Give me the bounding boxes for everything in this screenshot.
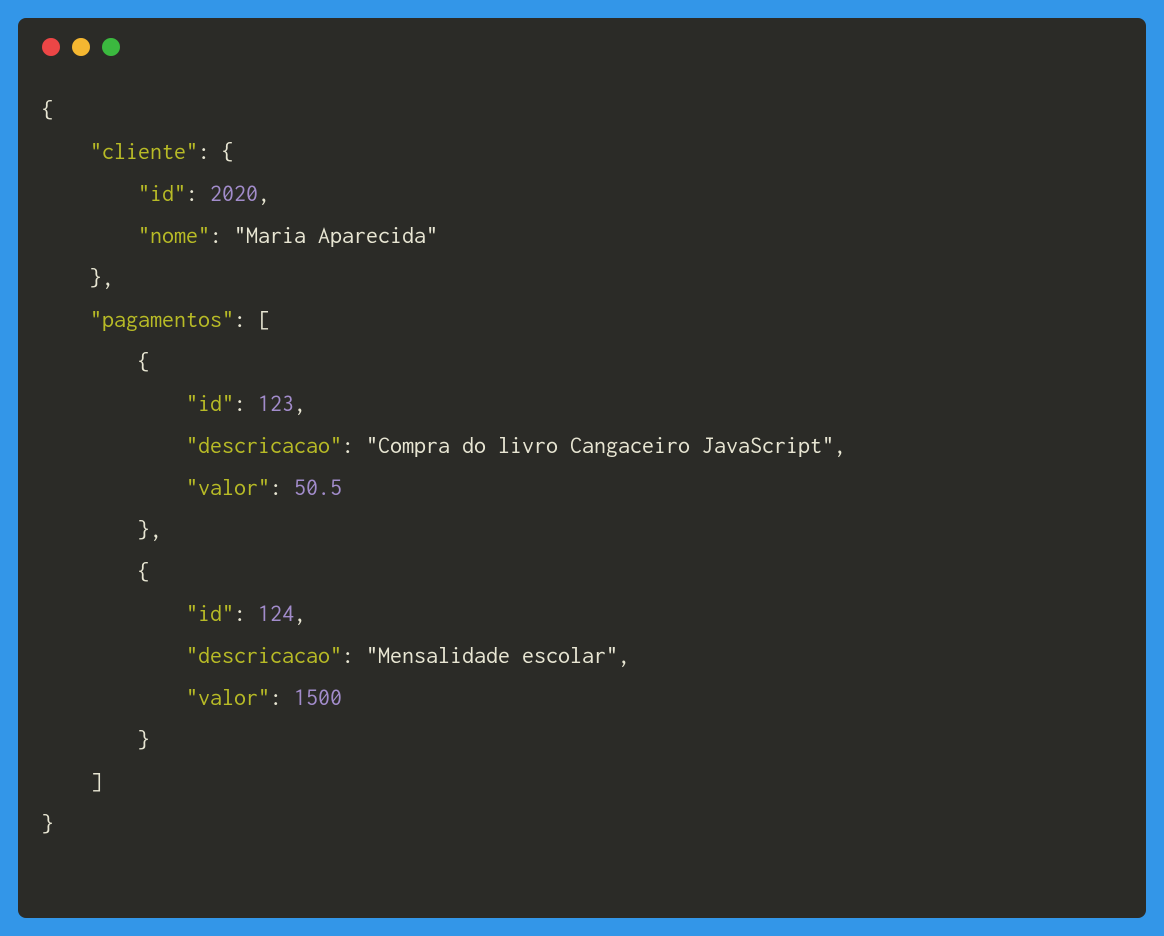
code-window: { "cliente": { "id": 2020, "nome": "Mari… bbox=[18, 18, 1146, 918]
code-line: "descricacao": "Mensalidade escolar", bbox=[42, 634, 1122, 676]
indent bbox=[42, 138, 90, 164]
punct-colon: : bbox=[342, 432, 366, 458]
json-key: "id" bbox=[186, 390, 234, 416]
punct-colon: : bbox=[270, 474, 294, 500]
json-number: 2020 bbox=[210, 180, 258, 206]
code-line: "cliente": { bbox=[42, 130, 1122, 172]
punct-brace: } bbox=[42, 810, 54, 836]
punct-comma: , bbox=[834, 432, 846, 458]
punct-colon: : bbox=[270, 684, 294, 710]
json-key: "valor" bbox=[186, 474, 270, 500]
punct-bracket: ] bbox=[90, 768, 102, 794]
code-content: { "cliente": { "id": 2020, "nome": "Mari… bbox=[18, 68, 1146, 868]
json-key: "cliente" bbox=[90, 138, 198, 164]
indent bbox=[42, 432, 186, 458]
json-string: "Compra do livro Cangaceiro JavaScript" bbox=[366, 432, 834, 458]
code-line: { bbox=[42, 340, 1122, 382]
punct-brace: } bbox=[138, 726, 150, 752]
punct-comma: , bbox=[258, 180, 270, 206]
json-number: 124 bbox=[258, 600, 294, 626]
indent bbox=[42, 306, 90, 332]
indent bbox=[42, 180, 138, 206]
json-number: 123 bbox=[258, 390, 294, 416]
code-line: { bbox=[42, 88, 1122, 130]
indent bbox=[42, 390, 186, 416]
punct-colon: : bbox=[234, 390, 258, 416]
punct-comma: , bbox=[294, 600, 306, 626]
punct-brace: { bbox=[138, 348, 150, 374]
indent bbox=[42, 516, 138, 542]
code-line: }, bbox=[42, 508, 1122, 550]
indent bbox=[42, 558, 138, 584]
json-key: "nome" bbox=[138, 222, 210, 248]
indent bbox=[42, 726, 138, 752]
indent bbox=[42, 642, 186, 668]
punct-colon: : bbox=[234, 306, 258, 332]
punct-brace: { bbox=[222, 138, 234, 164]
code-line: } bbox=[42, 718, 1122, 760]
json-string: "Mensalidade escolar" bbox=[366, 642, 618, 668]
punct-comma: , bbox=[618, 642, 630, 668]
code-line: }, bbox=[42, 256, 1122, 298]
code-line: "id": 124, bbox=[42, 592, 1122, 634]
json-key: "id" bbox=[186, 600, 234, 626]
punct-colon: : bbox=[342, 642, 366, 668]
indent bbox=[42, 222, 138, 248]
punct-colon: : bbox=[210, 222, 234, 248]
maximize-icon[interactable] bbox=[102, 38, 120, 56]
json-key: "pagamentos" bbox=[90, 306, 234, 332]
minimize-icon[interactable] bbox=[72, 38, 90, 56]
punct-brace: }, bbox=[90, 264, 114, 290]
close-icon[interactable] bbox=[42, 38, 60, 56]
punct-brace: { bbox=[42, 96, 54, 122]
punct-brace: }, bbox=[138, 516, 162, 542]
code-line: "id": 2020, bbox=[42, 172, 1122, 214]
code-line: "valor": 50.5 bbox=[42, 466, 1122, 508]
json-key: "descricacao" bbox=[186, 642, 342, 668]
code-line: "pagamentos": [ bbox=[42, 298, 1122, 340]
json-string: "Maria Aparecida" bbox=[234, 222, 438, 248]
punct-comma: , bbox=[294, 390, 306, 416]
punct-colon: : bbox=[198, 138, 222, 164]
code-line: "id": 123, bbox=[42, 382, 1122, 424]
indent bbox=[42, 768, 90, 794]
indent bbox=[42, 264, 90, 290]
punct-colon: : bbox=[234, 600, 258, 626]
code-line: "valor": 1500 bbox=[42, 676, 1122, 718]
code-line: } bbox=[42, 802, 1122, 844]
indent bbox=[42, 474, 186, 500]
titlebar bbox=[18, 18, 1146, 68]
punct-brace: { bbox=[138, 558, 150, 584]
json-number: 1500 bbox=[294, 684, 342, 710]
json-key: "id" bbox=[138, 180, 186, 206]
punct-bracket: [ bbox=[258, 306, 270, 332]
json-key: "descricacao" bbox=[186, 432, 342, 458]
punct-colon: : bbox=[186, 180, 210, 206]
json-number: 50.5 bbox=[294, 474, 342, 500]
code-line: { bbox=[42, 550, 1122, 592]
json-key: "valor" bbox=[186, 684, 270, 710]
indent bbox=[42, 600, 186, 626]
indent bbox=[42, 684, 186, 710]
code-line: "nome": "Maria Aparecida" bbox=[42, 214, 1122, 256]
code-line: "descricacao": "Compra do livro Cangacei… bbox=[42, 424, 1122, 466]
indent bbox=[42, 348, 138, 374]
code-line: ] bbox=[42, 760, 1122, 802]
